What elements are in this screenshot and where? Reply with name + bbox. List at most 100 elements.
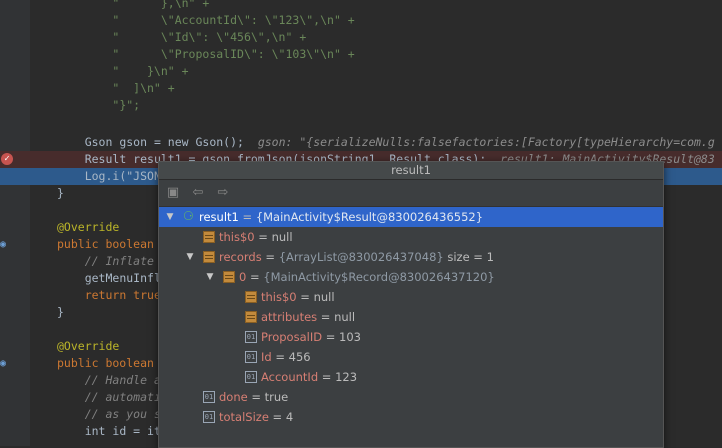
code-text: public boolean: [57, 356, 154, 370]
code-text: return true: [84, 288, 161, 302]
equals-sign: =: [271, 350, 289, 364]
code-line[interactable]: " }\n" +: [0, 63, 722, 80]
variable-name: attributes: [261, 310, 318, 324]
tree-row[interactable]: 01 AccountId = 123: [159, 367, 663, 387]
tree-row[interactable]: attributes = null: [159, 307, 663, 327]
tree-row-label: totalSize = 4: [219, 407, 293, 427]
override-marker-icon[interactable]: ◉: [0, 240, 10, 250]
code-line[interactable]: " },\n" +: [0, 0, 722, 12]
tree-row-label: AccountId = 123: [261, 367, 357, 387]
expand-toggle-icon[interactable]: ▼: [165, 207, 175, 227]
tree-row-label: this$0 = null: [261, 287, 335, 307]
primitive-field-icon: 01: [245, 331, 257, 343]
code-text: public boolean: [57, 237, 154, 251]
code-text: Gson gson = new Gson();: [84, 135, 244, 149]
tree-row-label: 0 = {MainActivity$Record@830026437120}: [239, 267, 495, 287]
string-literal: " },\n" +: [112, 0, 210, 10]
tree-row-label: done = true: [219, 387, 288, 407]
expand-toggle-icon[interactable]: ▼: [205, 267, 215, 287]
variable-value: 103: [339, 330, 361, 344]
comment: // automati: [84, 390, 161, 404]
equals-sign: =: [322, 330, 340, 344]
string-literal: " \"AccountId\": \"123\",\n" +: [112, 13, 355, 27]
comment: // Handle a: [84, 373, 161, 387]
primitive-field-icon: 01: [203, 411, 215, 423]
expand-toggle-icon[interactable]: ▼: [185, 247, 195, 267]
string-literal: " \"Id\": \"456\",\n" +: [112, 30, 307, 44]
variable-name: done: [219, 390, 248, 404]
variable-name: records: [219, 250, 262, 264]
equals-sign: =: [268, 410, 286, 424]
tree-row[interactable]: 01 totalSize = 4: [159, 407, 663, 427]
variable-value: {MainActivity$Record@830026437120}: [263, 270, 495, 284]
inline-debug-value: gson: "{serializeNulls:falsefactories:[F…: [257, 135, 715, 149]
override-marker-icon[interactable]: ◉: [0, 359, 10, 369]
tree-row[interactable]: this$0 = null: [159, 287, 663, 307]
object-field-icon: [245, 311, 257, 323]
tree-row[interactable]: this$0 = null: [159, 227, 663, 247]
variable-value: {ArrayList@830026437048}: [278, 250, 444, 264]
primitive-field-icon: 01: [203, 391, 215, 403]
code-text: }: [57, 305, 64, 319]
debug-evaluate-popup[interactable]: result1 ▣ ⇦ ⇨ ▼ ⚆ result1 = {MainActivity$…: [158, 161, 664, 448]
code-text: int id = it: [84, 424, 161, 438]
variable-value: null: [271, 230, 293, 244]
variable-extra: size = 1: [443, 250, 494, 264]
variable-name: AccountId: [261, 370, 319, 384]
variable-value: 123: [335, 370, 358, 384]
tree-row-label: records = {ArrayList@830026437048} size …: [219, 247, 494, 267]
equals-sign: =: [254, 230, 272, 244]
equals-sign: =: [261, 250, 279, 264]
equals-sign: =: [317, 310, 335, 324]
string-literal: " ]\n" +: [112, 81, 175, 95]
code-line-gson[interactable]: Gson gson = new Gson(); gson: "{serializ…: [0, 134, 722, 151]
comment: // Inflate: [84, 254, 154, 268]
variable-value: null: [334, 310, 356, 324]
tree-row-label: result1 = {MainActivity$Result@830026436…: [199, 207, 483, 227]
tree-row[interactable]: 01 ProposalID = 103: [159, 327, 663, 347]
annotation: @Override: [57, 220, 120, 234]
watches-icon[interactable]: ▣: [165, 185, 181, 201]
watch-icon: ⚆: [183, 209, 194, 223]
tree-row[interactable]: ▼ records = {ArrayList@830026437048} size…: [159, 247, 663, 267]
tree-row-label: ProposalID = 103: [261, 327, 361, 347]
variable-name: this$0: [261, 290, 297, 304]
string-literal: " \"ProposalID\": \"103\"\n" +: [112, 47, 355, 61]
code-line[interactable]: " \"AccountId\": \"123\",\n" +: [0, 12, 722, 29]
primitive-field-icon: 01: [245, 351, 257, 363]
tree-row[interactable]: 01 done = true: [159, 387, 663, 407]
variable-value: 456: [288, 350, 311, 364]
popup-title: result1: [159, 162, 663, 180]
tree-row[interactable]: ▼ 0 = {MainActivity$Record@830026437120}: [159, 267, 663, 287]
object-field-icon: [245, 291, 257, 303]
tree-row-label: attributes = null: [261, 307, 355, 327]
object-field-icon: [223, 271, 235, 283]
variable-name: ProposalID: [261, 330, 323, 344]
breakpoint-icon[interactable]: ✓: [1, 153, 13, 165]
variable-name: result1: [199, 210, 239, 224]
code-line[interactable]: "}";: [0, 97, 722, 114]
code-text: getMenuInfl: [84, 271, 161, 285]
code-text: Log.i("JSON: [84, 169, 161, 183]
code-line[interactable]: " ]\n" +: [0, 80, 722, 97]
equals-sign: =: [238, 210, 256, 224]
variable-value: true: [264, 390, 289, 404]
code-line[interactable]: " \"Id\": \"456\",\n" +: [0, 29, 722, 46]
comment: // as you s: [84, 407, 161, 421]
variable-value: {MainActivity$Result@830026436552}: [255, 210, 484, 224]
primitive-field-icon: 01: [245, 371, 257, 383]
variable-value: 4: [285, 410, 294, 424]
tree-row[interactable]: 01 Id = 456: [159, 347, 663, 367]
back-arrow-icon[interactable]: ⇦: [190, 185, 206, 201]
tree-row-label: this$0 = null: [219, 227, 293, 247]
equals-sign: =: [247, 390, 265, 404]
variable-name: Id: [261, 350, 272, 364]
tree-row[interactable]: ▼ ⚆ result1 = {MainActivity$Result@8300264…: [159, 207, 663, 227]
string-literal: "}";: [112, 98, 141, 112]
code-line[interactable]: " \"ProposalID\": \"103\"\n" +: [0, 46, 722, 63]
forward-arrow-icon[interactable]: ⇨: [215, 185, 231, 201]
equals-sign: =: [318, 370, 336, 384]
variable-name: totalSize: [219, 410, 269, 424]
variable-value: null: [313, 290, 335, 304]
annotation: @Override: [57, 339, 120, 353]
